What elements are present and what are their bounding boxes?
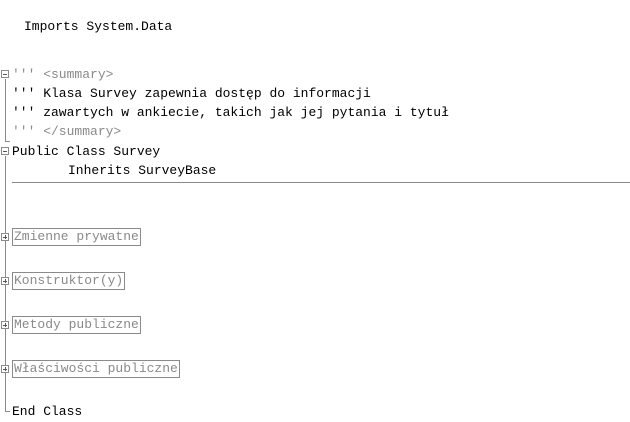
summary-open-line: ''' <summary> bbox=[12, 67, 114, 82]
summary-close-line: ''' </summary> bbox=[12, 124, 122, 139]
separator-line bbox=[12, 182, 630, 183]
summary-line-1: ''' Klasa Survey zapewnia dostęp do info… bbox=[12, 86, 371, 101]
imports-line: Imports System.Data bbox=[24, 19, 173, 34]
inherits-line: Inherits SurveyBase bbox=[68, 163, 217, 178]
class-outline-end bbox=[5, 411, 10, 412]
region-constructors[interactable]: Konstruktor(y) bbox=[12, 272, 126, 290]
summary-outline-line bbox=[5, 79, 6, 141]
expand-region-icon[interactable] bbox=[1, 233, 9, 241]
summary-outline-end bbox=[5, 141, 10, 142]
expand-region-icon[interactable] bbox=[1, 321, 9, 329]
region-public-properties[interactable]: Właściwości publiczne bbox=[12, 360, 180, 378]
region-public-methods[interactable]: Metody publiczne bbox=[12, 316, 141, 334]
summary-line-2: ''' zawartych w ankiecie, takich jak jej… bbox=[12, 105, 449, 120]
expand-region-icon[interactable] bbox=[1, 277, 9, 285]
collapse-class-icon[interactable] bbox=[1, 147, 9, 155]
end-class-line: End Class bbox=[12, 404, 83, 419]
expand-region-icon[interactable] bbox=[1, 365, 9, 373]
class-declaration-line: Public Class Survey bbox=[12, 144, 161, 159]
code-editor[interactable]: Imports System.Data ''' <summary> ''' Kl… bbox=[0, 0, 630, 422]
collapse-summary-icon[interactable] bbox=[1, 70, 9, 78]
region-private-vars[interactable]: Zmienne prywatne bbox=[12, 228, 141, 246]
